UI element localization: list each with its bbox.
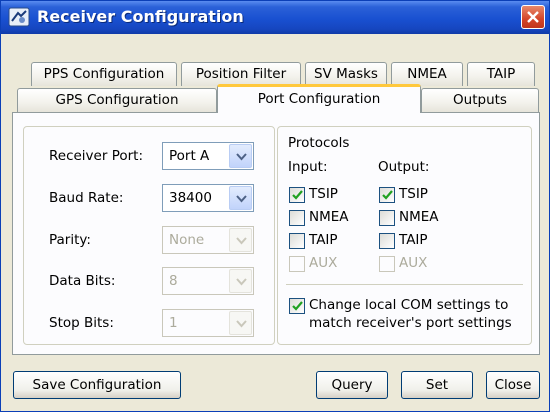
input-nmea-checkbox[interactable] [289, 210, 305, 226]
stop-bits-select[interactable]: 1 [162, 309, 254, 337]
close-icon [527, 11, 539, 23]
input-aux-label: AUX [309, 255, 338, 271]
parity-label: Parity: [49, 232, 91, 248]
input-tsip-checkbox[interactable] [289, 187, 305, 203]
change-com-settings-checkbox[interactable] [289, 298, 305, 314]
receiver-app-icon [8, 7, 30, 27]
tab-gps-configuration[interactable]: GPS Configuration [17, 88, 217, 112]
tab-pps-configuration[interactable]: PPS Configuration [31, 62, 177, 86]
checkmark-icon [292, 301, 303, 311]
baud-rate-label: Baud Rate: [49, 190, 124, 206]
tab-outputs[interactable]: Outputs [421, 88, 539, 112]
output-nmea-checkbox[interactable] [379, 210, 395, 226]
parity-value: None [169, 232, 205, 248]
dropdown-arrow-icon[interactable] [229, 311, 252, 335]
protocols-title: Protocols [288, 135, 350, 151]
receiver-port-value: Port A [169, 148, 210, 164]
protocols-separator [286, 284, 523, 285]
output-tsip-label: TSIP [399, 186, 428, 202]
output-taip-checkbox[interactable] [379, 233, 395, 249]
change-com-settings-label-line1: Change local COM settings to [309, 297, 509, 313]
dropdown-arrow-icon[interactable] [229, 186, 252, 210]
checkmark-icon [382, 190, 393, 200]
input-aux-checkbox[interactable] [289, 256, 305, 272]
tab-taip[interactable]: TAIP [467, 62, 535, 86]
change-com-settings-label-line2: match receiver's port settings [309, 315, 512, 331]
close-button[interactable]: Close [486, 371, 540, 399]
window-close-button[interactable] [521, 5, 545, 29]
input-taip-checkbox[interactable] [289, 233, 305, 249]
window-title: Receiver Configuration [37, 7, 244, 26]
baud-rate-select[interactable]: 38400 [162, 184, 254, 212]
tab-nmea[interactable]: NMEA [391, 62, 463, 86]
input-nmea-label: NMEA [309, 209, 349, 225]
output-aux-checkbox[interactable] [379, 256, 395, 272]
save-configuration-button[interactable]: Save Configuration [13, 371, 181, 399]
output-nmea-label: NMEA [399, 209, 439, 225]
dialog-window: Receiver Configuration PPS Configuration… [0, 0, 550, 412]
stop-bits-value: 1 [169, 315, 178, 331]
data-bits-label: Data Bits: [49, 273, 116, 289]
dropdown-arrow-icon[interactable] [229, 144, 252, 168]
data-bits-select[interactable]: 8 [162, 267, 254, 295]
data-bits-value: 8 [169, 273, 178, 289]
set-button[interactable]: Set [401, 371, 473, 399]
output-header: Output: [378, 159, 430, 175]
input-header: Input: [288, 159, 328, 175]
title-bar[interactable]: Receiver Configuration [1, 1, 549, 34]
tab-sv-masks[interactable]: SV Masks [305, 62, 387, 86]
checkmark-icon [292, 190, 303, 200]
output-tsip-checkbox[interactable] [379, 187, 395, 203]
dropdown-arrow-icon[interactable] [229, 269, 252, 293]
output-taip-label: TAIP [399, 232, 428, 248]
output-aux-label: AUX [399, 255, 428, 271]
parity-select[interactable]: None [162, 226, 254, 254]
protocols-group: Protocols Input: Output: TSIP NMEA TAIP … [277, 126, 532, 345]
baud-rate-value: 38400 [169, 190, 212, 206]
input-tsip-label: TSIP [309, 186, 338, 202]
tab-port-configuration[interactable]: Port Configuration [217, 84, 421, 113]
query-button[interactable]: Query [316, 371, 388, 399]
dropdown-arrow-icon[interactable] [229, 228, 252, 252]
stop-bits-label: Stop Bits: [49, 315, 114, 331]
receiver-port-label: Receiver Port: [49, 148, 144, 164]
input-taip-label: TAIP [309, 232, 338, 248]
port-configuration-panel: Receiver Port: Port A Baud Rate: 38400 P… [12, 112, 540, 355]
receiver-port-select[interactable]: Port A [162, 142, 254, 170]
tab-position-filter[interactable]: Position Filter [181, 62, 301, 86]
port-settings-group: Receiver Port: Port A Baud Rate: 38400 P… [23, 126, 275, 345]
